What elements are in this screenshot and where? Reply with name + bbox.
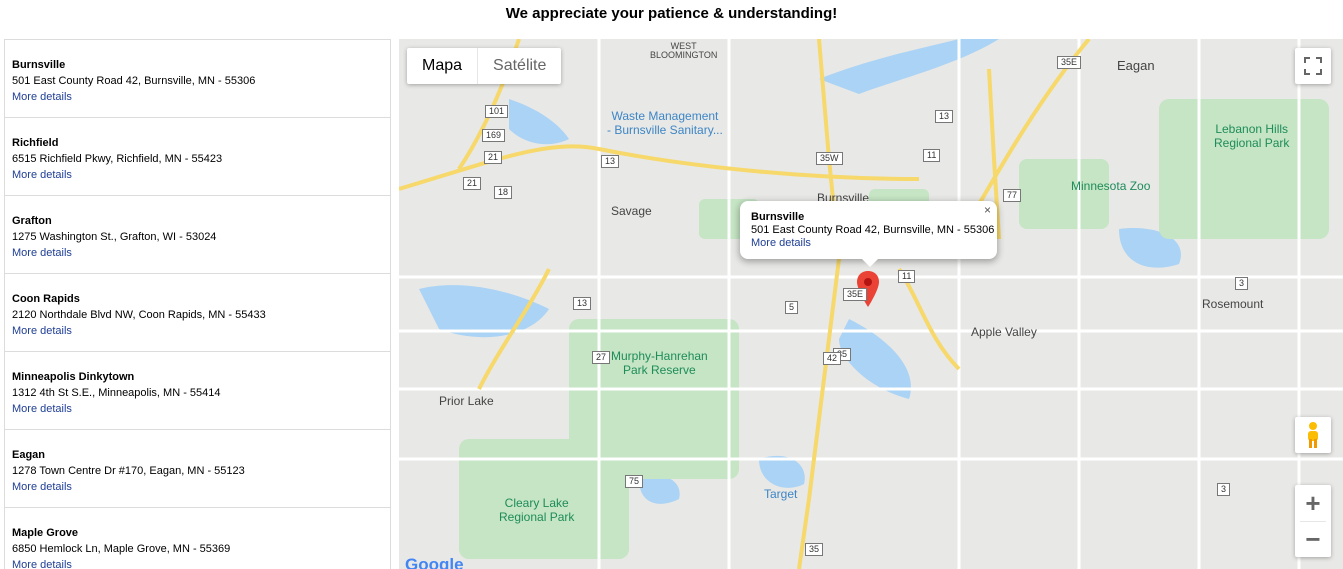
map-label-rosemount: Rosemount xyxy=(1202,297,1264,311)
route-shield: 35E xyxy=(1057,56,1082,69)
route-shield: 75 xyxy=(625,475,644,488)
route-shield: 18 xyxy=(494,186,513,199)
fullscreen-button[interactable] xyxy=(1295,48,1331,84)
water-bodies xyxy=(419,39,1181,504)
store-address: 501 East County Road 42, Burnsville, MN … xyxy=(12,75,256,87)
route-shield: 3 xyxy=(1217,483,1231,496)
info-window: Burnsville 501 East County Road 42, Burn… xyxy=(740,201,997,267)
fullscreen-icon xyxy=(1304,57,1322,75)
map-label-apple-valley: Apple Valley xyxy=(971,325,1037,339)
route-shield: 13 xyxy=(573,297,592,310)
route-shield: 35W xyxy=(816,152,843,165)
route-shield: 42 xyxy=(823,352,842,365)
map-label-waste-management: Waste Management - Burnsville Sanitary..… xyxy=(607,109,723,137)
street-view-button[interactable] xyxy=(1295,417,1331,453)
google-logo: Google xyxy=(405,555,464,569)
info-window-pointer xyxy=(862,259,878,267)
store-address: 2120 Northdale Blvd NW, Coon Rapids, MN … xyxy=(12,309,266,321)
zoom-control: + − xyxy=(1295,485,1331,557)
map-label-minnesota-zoo: Minnesota Zoo xyxy=(1071,179,1151,193)
route-shield: 11 xyxy=(898,270,916,283)
route-shield: 101 xyxy=(485,105,509,118)
more-details-link[interactable]: More details xyxy=(12,557,390,569)
route-shield: 77 xyxy=(1003,189,1022,202)
store-address: 1275 Washington St., Grafton, WI - 53024 xyxy=(12,231,217,243)
store-list: Burnsville 501 East County Road 42, Burn… xyxy=(4,39,391,569)
info-window-store-name: Burnsville xyxy=(751,211,805,223)
map-label-lebanon-hills: Lebanon Hills Regional Park xyxy=(1214,122,1290,150)
close-icon[interactable]: × xyxy=(984,204,991,217)
more-details-link[interactable]: More details xyxy=(12,245,390,261)
more-details-link[interactable]: More details xyxy=(12,323,390,339)
zoom-out-button[interactable]: − xyxy=(1295,522,1331,557)
route-shield: 21 xyxy=(484,151,503,164)
store-item[interactable]: Burnsville 501 East County Road 42, Burn… xyxy=(5,40,390,118)
info-window-more-details-link[interactable]: More details xyxy=(751,237,997,250)
store-name: Maple Grove xyxy=(12,527,79,539)
satellite-view-button[interactable]: Satélite xyxy=(477,48,561,84)
store-address: 6850 Hemlock Ln, Maple Grove, MN - 55369 xyxy=(12,543,231,555)
store-name: Burnsville xyxy=(12,59,66,71)
more-details-link[interactable]: More details xyxy=(12,401,390,417)
store-item[interactable]: Maple Grove 6850 Hemlock Ln, Maple Grove… xyxy=(5,508,390,569)
map-view-button[interactable]: Mapa xyxy=(407,48,477,84)
store-name: Minneapolis Dinkytown xyxy=(12,371,135,383)
route-shield: 35 xyxy=(805,543,824,556)
route-shield: 27 xyxy=(592,351,611,364)
store-name: Coon Rapids xyxy=(12,293,80,305)
store-item[interactable]: Richfield 6515 Richfield Pkwy, Richfield… xyxy=(5,118,390,196)
route-shield: 35E xyxy=(843,288,868,301)
announcement-banner: We appreciate your patience & understand… xyxy=(505,5,838,22)
store-name: Richfield xyxy=(12,137,59,149)
route-shield: 11 xyxy=(923,149,941,162)
route-shield: 5 xyxy=(785,301,799,314)
zoom-in-button[interactable]: + xyxy=(1295,486,1331,521)
map-label-eagan: Eagan xyxy=(1117,58,1155,73)
route-shield: 3 xyxy=(1235,277,1249,290)
store-name: Grafton xyxy=(12,215,52,227)
route-shield: 13 xyxy=(935,110,954,123)
store-item[interactable]: Minneapolis Dinkytown 1312 4th St S.E., … xyxy=(5,352,390,430)
store-item[interactable]: Eagan 1278 Town Centre Dr #170, Eagan, M… xyxy=(5,430,390,508)
map-type-control: Mapa Satélite xyxy=(407,48,562,84)
route-shield: 21 xyxy=(463,177,482,190)
more-details-link[interactable]: More details xyxy=(12,167,390,183)
more-details-link[interactable]: More details xyxy=(12,89,390,105)
store-address: 1278 Town Centre Dr #170, Eagan, MN - 55… xyxy=(12,465,245,477)
route-shield: 13 xyxy=(601,155,620,168)
map-label-target: Target xyxy=(764,487,798,501)
pegman-icon xyxy=(1308,422,1318,448)
info-window-address: 501 East County Road 42, Burnsville, MN … xyxy=(751,224,995,236)
store-item[interactable]: Grafton 1275 Washington St., Grafton, WI… xyxy=(5,196,390,274)
map-label-murphy-hanrehan: Murphy-Hanrehan Park Reserve xyxy=(611,349,708,377)
store-address: 1312 4th St S.E., Minneapolis, MN - 5541… xyxy=(12,387,221,399)
more-details-link[interactable]: More details xyxy=(12,479,390,495)
store-item[interactable]: Coon Rapids 2120 Northdale Blvd NW, Coon… xyxy=(5,274,390,352)
map-label-prior-lake: Prior Lake xyxy=(439,394,494,408)
route-shield: 169 xyxy=(482,129,506,142)
store-name: Eagan xyxy=(12,449,46,461)
store-address: 6515 Richfield Pkwy, Richfield, MN - 554… xyxy=(12,153,223,165)
map-label-savage: Savage xyxy=(611,204,652,218)
map-label-west-bloomington: WEST BLOOMINGTON xyxy=(650,41,718,60)
map[interactable]: Mapa Satélite + − WEST BLOOMINGTON Eagan… xyxy=(399,39,1343,569)
map-label-cleary-lake: Cleary Lake Regional Park xyxy=(499,496,575,524)
